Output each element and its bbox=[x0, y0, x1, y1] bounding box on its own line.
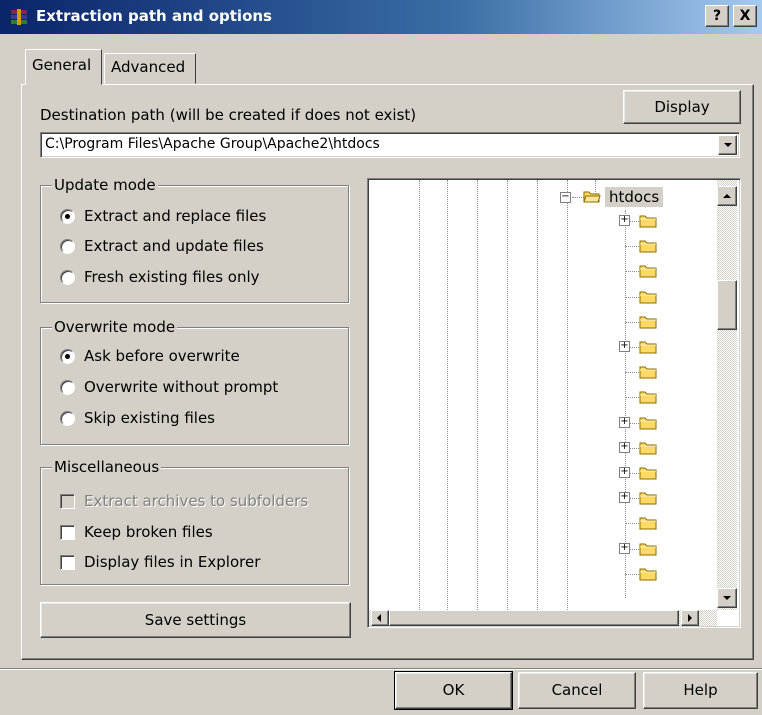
radio-ask-before-overwrite[interactable] bbox=[60, 349, 75, 364]
checkbox-keep-broken-files-label[interactable]: Keep broken files bbox=[84, 523, 213, 541]
tree-scroll-down-button[interactable] bbox=[717, 588, 737, 608]
chevron-down-icon bbox=[723, 596, 731, 600]
tree-scroll-thumb[interactable] bbox=[717, 280, 737, 330]
radio-fresh-existing[interactable] bbox=[60, 270, 75, 285]
folder-icon bbox=[639, 215, 657, 228]
folder-icon bbox=[639, 291, 657, 304]
tree-node-folder[interactable]: + bbox=[369, 414, 709, 434]
tree-node-folder[interactable] bbox=[369, 288, 709, 308]
tree-connector bbox=[625, 523, 639, 524]
tree-connector bbox=[625, 574, 639, 575]
tab-general[interactable]: General bbox=[25, 49, 102, 85]
folder-icon bbox=[639, 442, 657, 455]
tree-node-folder[interactable]: + bbox=[369, 489, 709, 509]
folder-icon bbox=[639, 240, 657, 253]
expand-icon[interactable]: + bbox=[619, 417, 630, 428]
update-mode-title: Update mode bbox=[52, 176, 158, 194]
winrar-app-icon bbox=[11, 9, 27, 25]
save-settings-button[interactable]: Save settings bbox=[40, 602, 351, 638]
radio-skip-existing-label[interactable]: Skip existing files bbox=[84, 409, 215, 427]
tree-hscroll-thumb[interactable] bbox=[389, 610, 679, 626]
help-button[interactable]: Help bbox=[643, 672, 758, 709]
tree-node-folder[interactable]: + bbox=[369, 338, 709, 358]
folder-icon bbox=[639, 316, 657, 329]
collapse-icon[interactable]: − bbox=[560, 192, 571, 203]
destination-dropdown-button[interactable] bbox=[718, 135, 737, 155]
help-title-button[interactable]: ? bbox=[705, 5, 729, 27]
expand-icon[interactable]: + bbox=[619, 442, 630, 453]
expand-icon[interactable]: + bbox=[619, 543, 630, 554]
tree-node-folder[interactable] bbox=[369, 313, 709, 333]
checkbox-keep-broken-files[interactable] bbox=[60, 525, 75, 540]
checkbox-extract-to-subfolders-label: Extract archives to subfolders bbox=[84, 492, 309, 510]
folder-icon bbox=[639, 543, 657, 556]
overwrite-mode-title: Overwrite mode bbox=[52, 318, 178, 336]
tree-node-htdocs[interactable]: htdocs bbox=[605, 187, 664, 207]
tree-connector bbox=[625, 271, 639, 272]
checkbox-display-in-explorer-label[interactable]: Display files in Explorer bbox=[84, 553, 260, 571]
tree-node-folder[interactable] bbox=[369, 262, 709, 282]
destination-path-label: Destination path (will be created if doe… bbox=[40, 106, 417, 124]
chevron-down-icon bbox=[724, 143, 732, 147]
checkbox-display-in-explorer[interactable] bbox=[60, 555, 75, 570]
folder-icon bbox=[639, 467, 657, 480]
radio-ask-before-overwrite-label[interactable]: Ask before overwrite bbox=[84, 347, 240, 365]
folder-icon bbox=[639, 417, 657, 430]
tree-connector bbox=[625, 246, 639, 247]
folder-icon bbox=[639, 517, 657, 530]
tree-node-folder[interactable] bbox=[369, 514, 709, 534]
tree-vertical-scrollbar[interactable] bbox=[717, 180, 737, 610]
folder-tree[interactable]: − htdocs + + + + + + + bbox=[369, 180, 739, 626]
radio-overwrite-without-prompt-label[interactable]: Overwrite without prompt bbox=[84, 378, 278, 396]
tree-node-folder[interactable]: + bbox=[369, 439, 709, 459]
chevron-right-icon bbox=[688, 614, 692, 622]
folder-icon bbox=[639, 391, 657, 404]
expand-icon[interactable]: + bbox=[619, 215, 630, 226]
folder-icon bbox=[639, 341, 657, 354]
expand-icon[interactable]: + bbox=[619, 492, 630, 503]
cancel-button[interactable]: Cancel bbox=[518, 672, 636, 709]
display-button[interactable]: Display bbox=[623, 90, 741, 124]
tree-scroll-left-button[interactable] bbox=[371, 610, 389, 626]
tree-node-folder[interactable] bbox=[369, 565, 709, 585]
tree-node-folder[interactable]: + bbox=[369, 464, 709, 484]
radio-extract-replace[interactable] bbox=[60, 209, 75, 224]
tree-node-folder[interactable] bbox=[369, 388, 709, 408]
tree-node-folder[interactable] bbox=[369, 363, 709, 383]
radio-extract-update[interactable] bbox=[60, 239, 75, 254]
tree-connector bbox=[625, 372, 639, 373]
tab-advanced[interactable]: Advanced bbox=[104, 53, 196, 84]
checkbox-extract-to-subfolders bbox=[60, 494, 75, 509]
footer-separator bbox=[0, 668, 762, 670]
chevron-up-icon bbox=[723, 194, 731, 198]
folder-icon bbox=[639, 492, 657, 505]
radio-skip-existing[interactable] bbox=[60, 411, 75, 426]
tree-node-folder[interactable]: + bbox=[369, 540, 709, 560]
folder-icon bbox=[639, 265, 657, 278]
folder-icon bbox=[639, 568, 657, 581]
tree-scroll-up-button[interactable] bbox=[717, 186, 737, 206]
tree-node-folder[interactable] bbox=[369, 237, 709, 257]
expand-icon[interactable]: + bbox=[619, 341, 630, 352]
radio-extract-replace-label[interactable]: Extract and replace files bbox=[84, 207, 266, 225]
tree-node-folder[interactable]: + bbox=[369, 212, 709, 232]
tree-connector bbox=[625, 322, 639, 323]
folder-icon bbox=[639, 366, 657, 379]
open-folder-icon bbox=[583, 191, 601, 203]
tree-connector bbox=[625, 297, 639, 298]
miscellaneous-title: Miscellaneous bbox=[52, 458, 162, 476]
radio-extract-update-label[interactable]: Extract and update files bbox=[84, 237, 264, 255]
chevron-left-icon bbox=[377, 614, 381, 622]
window-title: Extraction path and options bbox=[36, 7, 272, 25]
title-bar[interactable]: Extraction path and options ? X bbox=[0, 0, 762, 34]
tree-connector bbox=[625, 397, 639, 398]
destination-path-value: C:\Program Files\Apache Group\Apache2\ht… bbox=[45, 136, 380, 152]
tree-scroll-right-button[interactable] bbox=[681, 610, 699, 626]
destination-path-combobox[interactable]: C:\Program Files\Apache Group\Apache2\ht… bbox=[40, 132, 740, 158]
close-title-button[interactable]: X bbox=[733, 5, 757, 27]
ok-button[interactable]: OK bbox=[394, 671, 513, 710]
expand-icon[interactable]: + bbox=[619, 467, 630, 478]
radio-fresh-existing-label[interactable]: Fresh existing files only bbox=[84, 268, 260, 286]
radio-overwrite-without-prompt[interactable] bbox=[60, 380, 75, 395]
